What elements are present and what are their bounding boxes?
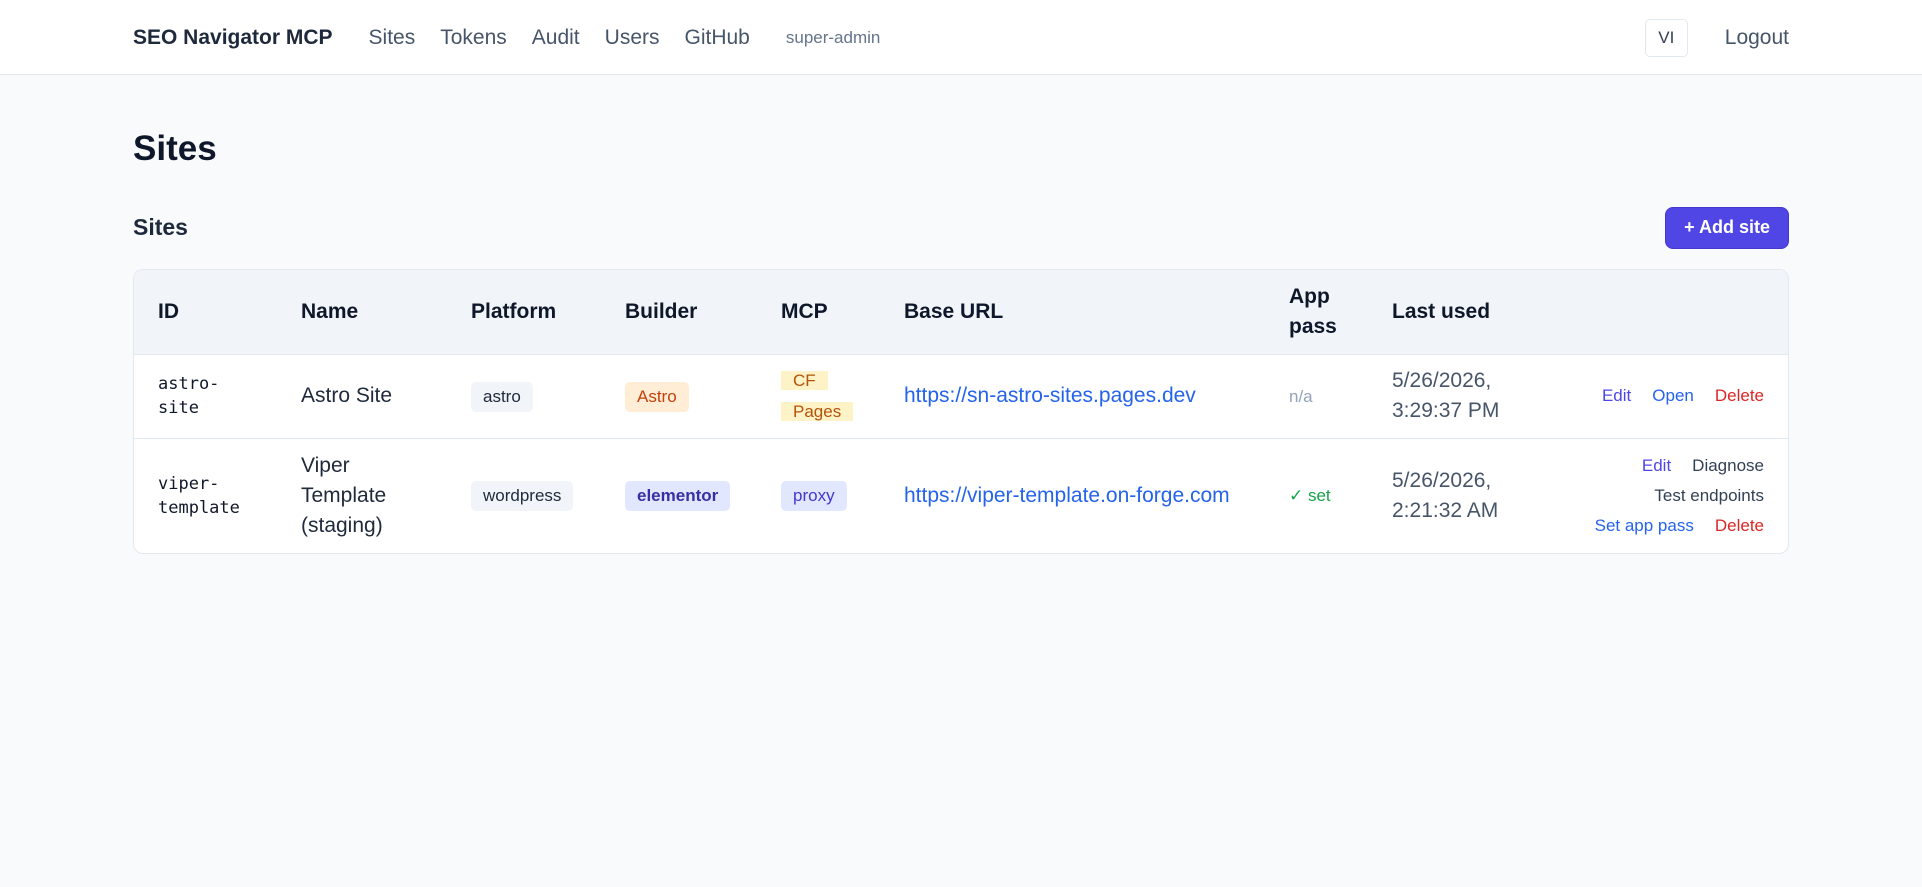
- site-last-used: 5/26/2026, 3:29:37 PM: [1368, 354, 1542, 438]
- table-row: viper-template Viper Template (staging) …: [134, 438, 1788, 553]
- site-platform-cell: wordpress: [447, 438, 601, 553]
- nav-sites[interactable]: Sites: [369, 26, 416, 50]
- nav-users[interactable]: Users: [605, 26, 660, 50]
- delete-button[interactable]: Delete: [1715, 516, 1764, 535]
- test-endpoints-button[interactable]: Test endpoints: [1654, 486, 1764, 505]
- delete-button[interactable]: Delete: [1715, 386, 1764, 405]
- site-id: astro-site: [134, 354, 277, 438]
- row-actions: Edit Open Delete: [1542, 354, 1788, 438]
- site-id-text: viper-template: [158, 473, 240, 518]
- last-used-text: 5/26/2026, 3:29:37 PM: [1392, 369, 1500, 422]
- column-header-mcp: MCP: [781, 299, 828, 323]
- brand-title[interactable]: SEO Navigator MCP: [133, 26, 333, 50]
- app-pass-status: ✓ set: [1289, 486, 1331, 506]
- mcp-badge: proxy: [781, 481, 847, 512]
- language-toggle-button[interactable]: VI: [1644, 18, 1688, 57]
- site-id-text: astro-site: [158, 374, 220, 418]
- table-row: astro-site Astro Site astro Astro CF Pag…: [134, 354, 1788, 438]
- logout-link[interactable]: Logout: [1725, 26, 1789, 50]
- site-builder-cell: elementor: [601, 438, 757, 553]
- site-app-pass-cell: n/a: [1265, 354, 1368, 438]
- user-role-label: super-admin: [785, 27, 881, 47]
- column-header-builder: Builder: [625, 299, 698, 323]
- page-title: Sites: [133, 129, 217, 168]
- site-last-used: 5/26/2026, 2:21:32 AM: [1368, 438, 1542, 553]
- nav-audit[interactable]: Audit: [532, 26, 580, 50]
- mcp-badge: CF Pages: [781, 371, 854, 421]
- base-url-link[interactable]: https://sn-astro-sites.pages.dev: [904, 384, 1196, 407]
- sites-table-card: ID Name Platform Builder MCP Base URL Ap…: [133, 269, 1789, 554]
- site-id: viper-template: [134, 438, 277, 553]
- site-name: Astro Site: [301, 384, 393, 407]
- site-mcp-cell: CF Pages: [757, 354, 880, 438]
- site-name: Viper Template (staging): [277, 438, 447, 553]
- site-base-url-cell: https://viper-template.on-forge.com: [880, 438, 1265, 553]
- site-app-pass-cell: ✓ set: [1265, 438, 1368, 553]
- app-pass-status: n/a: [1289, 386, 1313, 406]
- column-header-base-url: Base URL: [904, 299, 1004, 323]
- site-base-url-cell: https://sn-astro-sites.pages.dev: [880, 354, 1265, 438]
- top-navbar: SEO Navigator MCP Sites Tokens Audit Use…: [0, 0, 1922, 75]
- builder-badge: Astro: [625, 381, 689, 412]
- nav-tokens[interactable]: Tokens: [440, 26, 507, 50]
- column-header-id: ID: [158, 299, 179, 323]
- add-site-button[interactable]: + Add site: [1665, 206, 1789, 249]
- column-header-app-pass: App pass: [1289, 284, 1337, 338]
- builder-badge: elementor: [625, 481, 731, 512]
- site-builder-cell: Astro: [601, 354, 757, 438]
- platform-badge: wordpress: [471, 481, 574, 512]
- column-header-platform: Platform: [471, 299, 557, 323]
- nav-github[interactable]: GitHub: [685, 26, 750, 50]
- base-url-link[interactable]: https://viper-template.on-forge.com: [904, 484, 1230, 507]
- main-content: Sites Sites + Add site ID Name Platform …: [133, 75, 1789, 554]
- site-platform-cell: astro: [447, 354, 601, 438]
- sites-section-header: Sites + Add site: [133, 206, 1789, 249]
- site-name-text: Viper Template (staging): [301, 453, 387, 537]
- edit-button[interactable]: Edit: [1602, 386, 1631, 405]
- edit-button[interactable]: Edit: [1642, 456, 1671, 475]
- platform-badge: astro: [471, 381, 533, 412]
- column-header-actions: [1542, 270, 1788, 354]
- site-mcp-cell: proxy: [757, 438, 880, 553]
- open-button[interactable]: Open: [1652, 386, 1694, 405]
- diagnose-button[interactable]: Diagnose: [1692, 456, 1764, 475]
- last-used-text: 5/26/2026, 2:21:32 AM: [1392, 468, 1499, 522]
- set-app-pass-button[interactable]: Set app pass: [1595, 516, 1694, 535]
- section-title: Sites: [133, 214, 188, 240]
- column-header-name: Name: [301, 299, 359, 323]
- column-header-last-used: Last used: [1392, 299, 1491, 323]
- sites-table: ID Name Platform Builder MCP Base URL Ap…: [134, 270, 1788, 553]
- row-actions: Edit Diagnose Test endpoints Set app pass…: [1542, 438, 1788, 553]
- table-header-row: ID Name Platform Builder MCP Base URL Ap…: [134, 270, 1788, 354]
